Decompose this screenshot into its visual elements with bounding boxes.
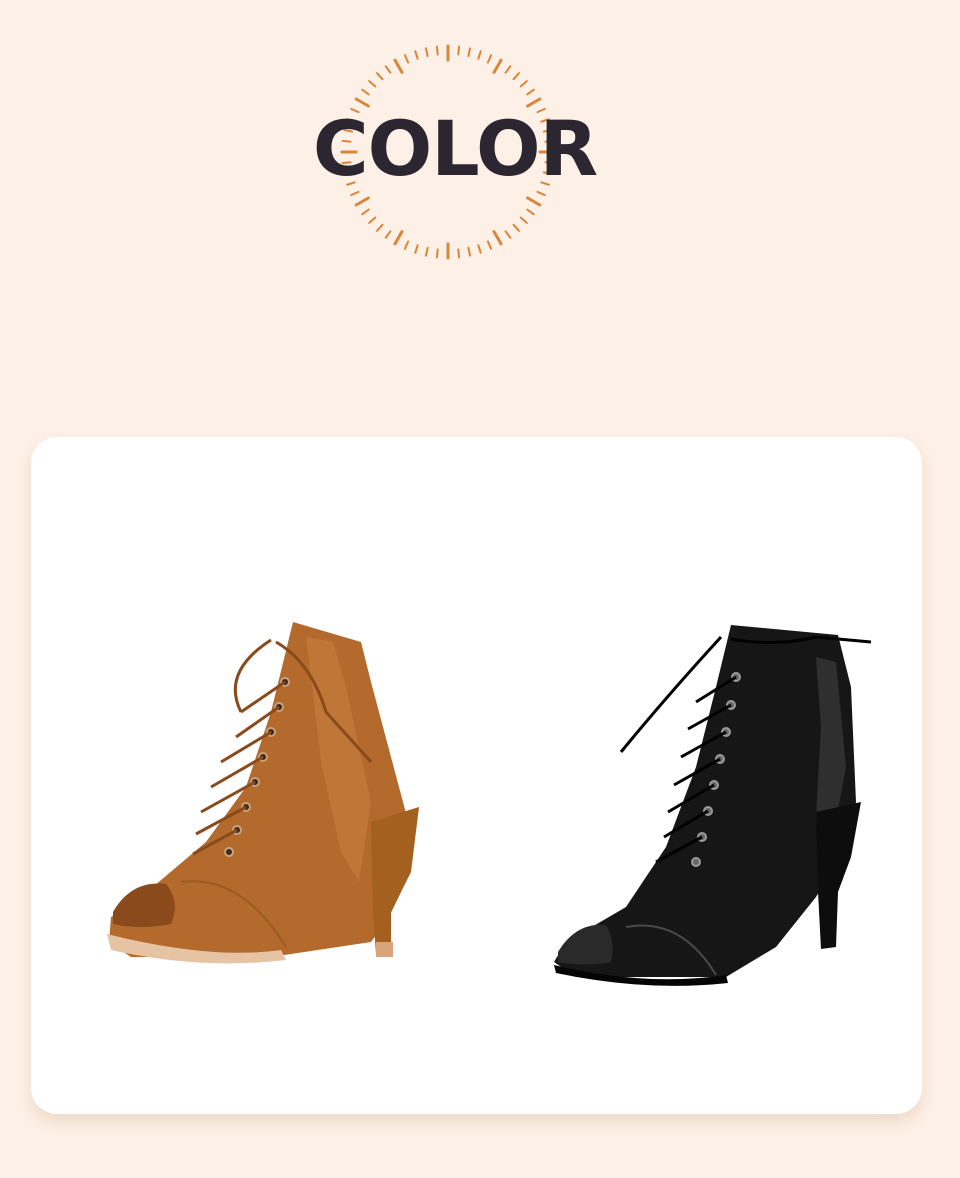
dial-tick	[504, 65, 512, 74]
dial-tick	[492, 58, 503, 74]
dial-tick	[384, 230, 392, 239]
boot-black-icon	[554, 625, 872, 986]
dial-tick	[424, 246, 429, 257]
dial-tick	[519, 216, 528, 224]
dial-tick	[424, 47, 429, 58]
section-header: COLOR	[0, 0, 960, 300]
dial-tick	[368, 80, 377, 88]
dial-tick	[477, 50, 482, 60]
dial-tick	[526, 208, 535, 216]
tan-boot-image[interactable]	[71, 612, 431, 972]
dial-tick	[467, 47, 472, 58]
dial-tick	[435, 45, 439, 56]
dial-tick	[526, 196, 542, 207]
dial-tick	[376, 223, 384, 232]
dial-tick	[393, 58, 404, 74]
dial-tick	[486, 54, 493, 64]
dial-tick	[376, 72, 384, 81]
boot-tan-icon	[107, 622, 419, 964]
dial-tick	[486, 240, 493, 250]
black-boot-image[interactable]	[546, 617, 886, 987]
dial-tick	[504, 230, 512, 239]
dial-tick	[526, 88, 535, 96]
dial-tick	[512, 223, 520, 232]
dial-tick	[361, 208, 370, 216]
dial-tick	[435, 248, 439, 259]
dial-tick	[361, 88, 370, 96]
dial-tick	[414, 244, 419, 254]
dial-tick	[519, 80, 528, 88]
dial-tick	[403, 240, 410, 250]
dial-tick	[414, 50, 419, 60]
dial-tick	[403, 54, 410, 64]
dial-tick	[393, 230, 404, 246]
dial-tick	[457, 45, 461, 56]
dial-tick	[467, 246, 472, 257]
product-card	[31, 437, 922, 1114]
section-title: COLOR	[312, 104, 598, 193]
dial-tick	[368, 216, 377, 224]
dial-tick	[477, 244, 482, 254]
dial-tick	[512, 72, 520, 81]
dial-tick	[354, 196, 370, 207]
dial-tick	[492, 230, 503, 246]
dial-tick	[457, 248, 461, 259]
dial-tick	[384, 65, 392, 74]
